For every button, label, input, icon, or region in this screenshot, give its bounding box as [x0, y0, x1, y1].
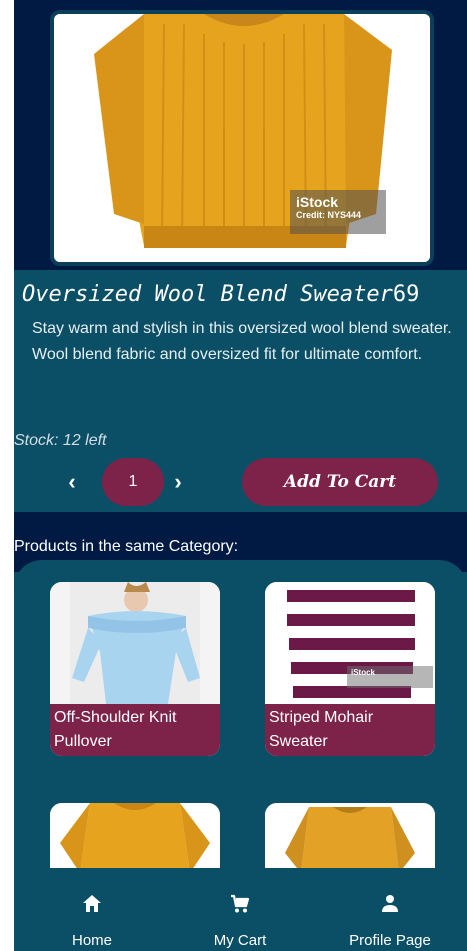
hero-section: iStock Credit: NYS444	[14, 0, 467, 270]
stock-label: Stock: 12 left	[14, 432, 107, 449]
nav-home[interactable]: Home	[32, 892, 152, 951]
sweater-thumbnail	[50, 803, 220, 873]
pullover-illustration	[50, 582, 220, 704]
nav-profile[interactable]: Profile Page	[330, 892, 450, 951]
product-description: Stay warm and stylish in this oversized …	[32, 320, 452, 363]
related-product-card-partial[interactable]	[265, 803, 435, 873]
add-to-cart-button[interactable]: Add To Cart	[242, 458, 438, 506]
product-title-row: Oversized Wool Blend Sweater69	[22, 282, 467, 307]
product-price: 69	[392, 282, 420, 307]
image-watermark: iStock Credit: NYS444	[290, 190, 386, 234]
related-product-image	[50, 582, 220, 704]
app-screen: iStock Credit: NYS444 Oversized Wool Ble…	[14, 0, 467, 951]
home-icon	[83, 895, 101, 912]
product-image-frame: iStock Credit: NYS444	[50, 10, 434, 266]
related-product-name: Off-Shoulder Knit Pullover	[50, 704, 220, 756]
chevron-right-icon[interactable]: ›	[168, 470, 188, 494]
chevron-left-icon[interactable]: ‹	[62, 470, 82, 494]
watermark-credit: Credit: NYS444	[296, 210, 362, 220]
striped-sweater-illustration	[265, 582, 435, 704]
related-product-image: iStock	[265, 582, 435, 704]
quantity-value[interactable]: 1	[102, 458, 164, 506]
related-product-name: Striped Mohair Sweater	[265, 704, 435, 756]
cart-icon	[231, 894, 250, 913]
related-product-card-partial[interactable]	[50, 803, 220, 873]
nav-home-label: Home	[71, 932, 112, 949]
related-heading: Products in the same Category:	[14, 538, 239, 555]
watermark-brand: iStock	[351, 668, 376, 677]
quantity-row: ‹ 1 › Add To Cart	[14, 458, 467, 508]
related-product-card[interactable]: iStock Striped Mohair Sweater	[265, 582, 435, 756]
nav-my-cart[interactable]: My Cart	[180, 892, 300, 951]
sweater-thumbnail	[265, 803, 435, 873]
related-product-card[interactable]: Off-Shoulder Knit Pullover	[50, 582, 220, 756]
product-title: Oversized Wool Blend Sweater	[22, 282, 393, 307]
watermark-brand: iStock	[296, 194, 339, 210]
nav-my-cart-label: My Cart	[213, 932, 267, 949]
product-image: iStock Credit: NYS444	[54, 14, 430, 262]
person-icon	[382, 895, 398, 912]
nav-profile-label: Profile Page	[349, 932, 431, 949]
bottom-navigation: Home My Cart Profile Page	[14, 868, 467, 951]
